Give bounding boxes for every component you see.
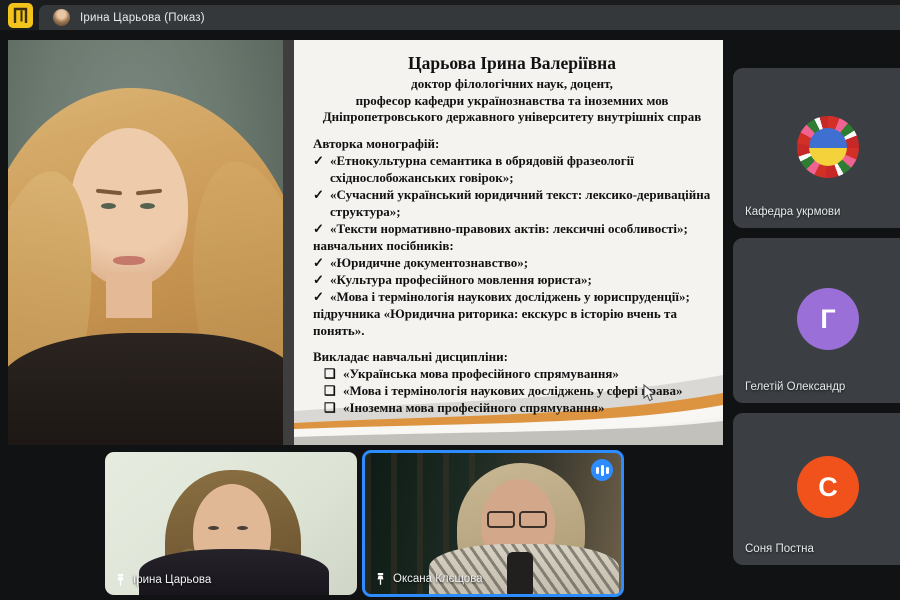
slide-subtitle-2: професор кафедри українознавства та іноз… <box>313 93 711 110</box>
video-tile-name: Ірина Царьова <box>133 574 211 586</box>
pin-icon <box>375 572 386 586</box>
manual-item: ✓ «Мова і термінологія наукових дослідже… <box>313 288 719 305</box>
check-icon: ✓ <box>313 220 330 237</box>
participant-name: Соня Постна <box>745 543 814 555</box>
presenter-avatar <box>53 9 70 26</box>
initial-avatar: Г <box>797 288 859 350</box>
participant-name: Кафедра укрмови <box>745 206 840 218</box>
portrait-torso <box>8 333 283 445</box>
glasses-icon <box>487 511 515 528</box>
check-icon: ✓ <box>313 288 330 305</box>
slide-subtitle-3: Дніпропетровського державного університе… <box>313 109 711 126</box>
slide-subtitle-1: доктор філологічних наук, доцент, <box>313 76 711 93</box>
initial-avatar: С <box>797 456 859 518</box>
presenter-portrait-photo <box>8 40 283 445</box>
video-tile-iryna[interactable]: Ірина Царьова <box>105 452 357 595</box>
textbook-line: підручника «Юридична риторика: екскурс в… <box>313 305 719 339</box>
discipline-item: ❑ «Українська мова професійного спрямува… <box>313 365 719 382</box>
manual-item: ✓ «Юридичне документознавство»; <box>313 254 719 271</box>
participant-tile-kafedra[interactable]: Кафедра укрмови <box>733 68 900 228</box>
door-icon <box>13 7 28 24</box>
share-tab-label: Ірина Царьова (Показ) <box>80 12 205 24</box>
checkbox-icon: ❑ <box>324 399 343 416</box>
monograph-item: ✓ «Тексти нормативно-правових актів: лек… <box>313 220 719 237</box>
slide-content: Царьова Ірина Валеріївна доктор філологі… <box>294 40 723 445</box>
mouse-cursor-icon <box>643 384 656 402</box>
screen-share-view: Царьова Ірина Валеріївна доктор філологі… <box>8 40 723 445</box>
slide-title: Царьова Ірина Валеріївна <box>313 53 711 74</box>
presentation-slide: Царьова Ірина Валеріївна доктор філологі… <box>283 40 723 445</box>
name-chip: Оксана Клєщова <box>375 572 483 586</box>
checkbox-icon: ❑ <box>324 382 343 399</box>
monograph-item: ✓ «Етнокультурна семантика в обрядовій ф… <box>313 152 719 186</box>
monograph-item: ✓ «Сучасний український юридичний текст:… <box>313 186 719 220</box>
disciplines-heading: Викладає навчальні дисципліни: <box>313 348 719 365</box>
name-chip: Ірина Царьова <box>115 573 211 587</box>
speaking-audio-icon <box>591 459 613 481</box>
checkbox-icon: ❑ <box>324 365 343 382</box>
manuals-heading: навчальних посібників: <box>313 237 719 254</box>
participant-tile-heletii[interactable]: Г Гелетій Олександр <box>733 238 900 403</box>
participant-name: Гелетій Олександр <box>745 381 845 393</box>
pin-icon <box>115 573 126 587</box>
flower-wreath-avatar <box>797 116 859 178</box>
app-logo-button[interactable] <box>8 3 33 28</box>
check-icon: ✓ <box>313 152 330 186</box>
slide-body: Авторка монографій: ✓ «Етнокультурна сем… <box>313 135 719 416</box>
video-tile-name: Оксана Клєщова <box>393 573 483 585</box>
monographs-heading: Авторка монографій: <box>313 135 719 152</box>
ukraine-flag-center <box>809 128 847 166</box>
video-tile-oksana[interactable]: Оксана Клєщова <box>362 450 624 597</box>
discipline-item: ❑ «Іноземна мова професійного спрямуванн… <box>313 399 719 416</box>
check-icon: ✓ <box>313 254 330 271</box>
check-icon: ✓ <box>313 186 330 220</box>
active-share-tab[interactable]: Ірина Царьова (Показ) <box>39 5 900 30</box>
topbar: Ірина Царьова (Показ) <box>0 0 900 30</box>
discipline-item: ❑ «Мова і термінологія наукових дослідже… <box>313 382 719 399</box>
manual-item: ✓ «Культура професійного мовлення юриста… <box>313 271 719 288</box>
participant-tile-sonia[interactable]: С Соня Постна <box>733 413 900 565</box>
check-icon: ✓ <box>313 271 330 288</box>
